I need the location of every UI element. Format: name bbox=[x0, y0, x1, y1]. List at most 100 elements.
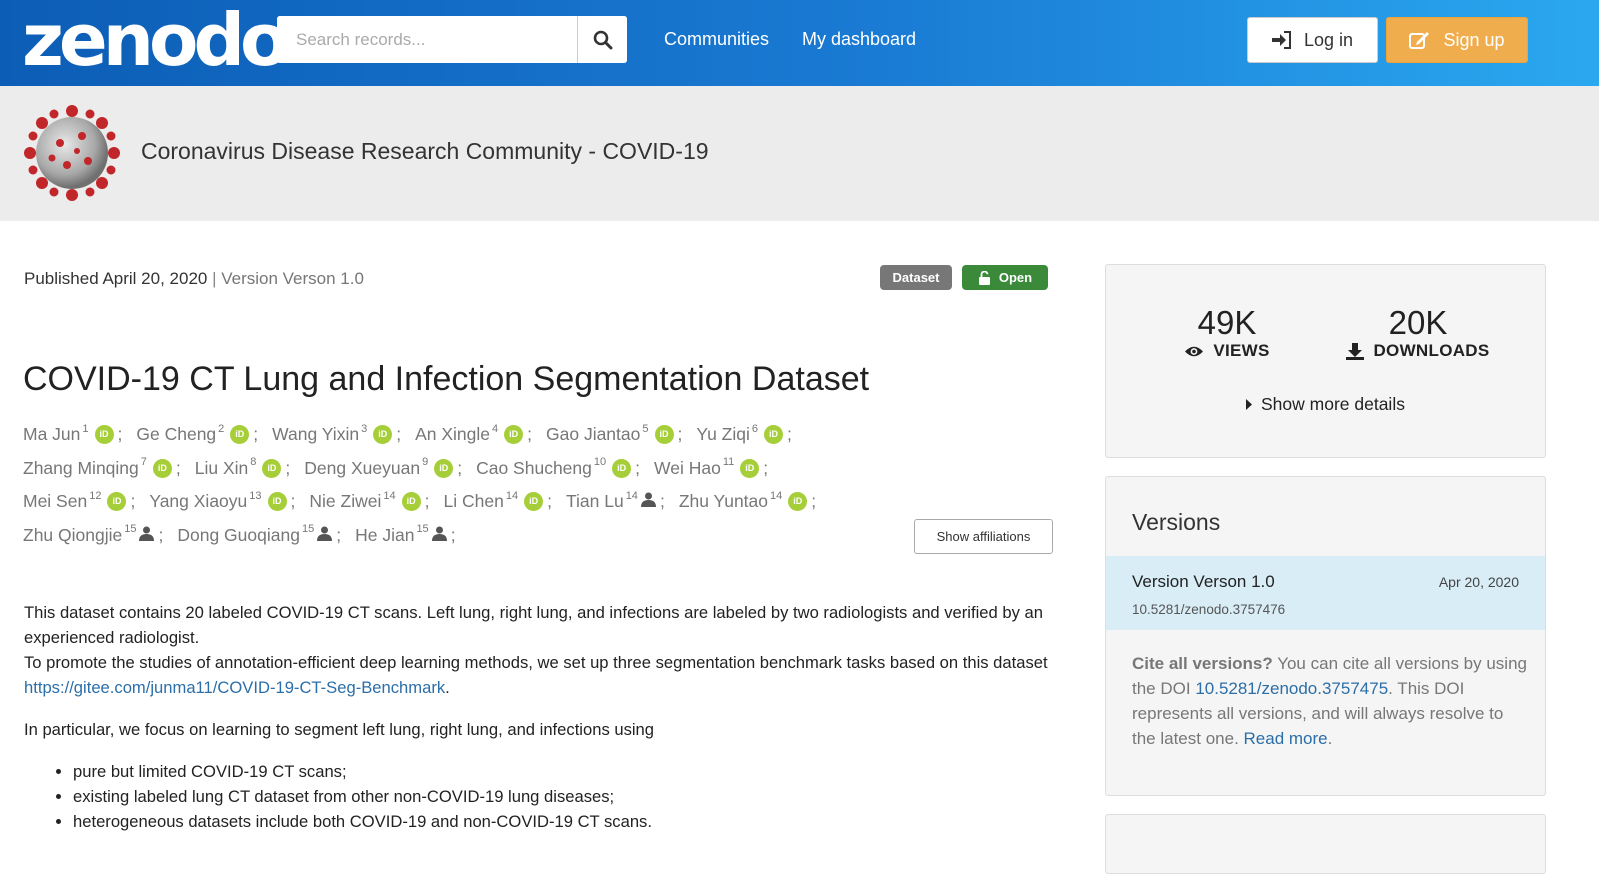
affiliation-number: 14 bbox=[383, 489, 396, 502]
orcid-icon[interactable]: iD bbox=[788, 492, 808, 512]
author-name[interactable]: Nie Ziwei bbox=[309, 491, 381, 512]
orcid-icon[interactable]: iD bbox=[262, 458, 282, 478]
orcid-icon[interactable]: iD bbox=[94, 425, 114, 445]
orcid-icon[interactable]: iD bbox=[764, 425, 783, 445]
version-row-current[interactable]: Version Verson 1.0 Apr 20, 2020 10.5281/… bbox=[1106, 556, 1545, 630]
author-row: Ma Jun 1 iD; Ge Cheng 2 iD; Wang Yixin 3 iD; An X… bbox=[23, 418, 1083, 452]
orcid-icon[interactable]: iD bbox=[267, 492, 287, 512]
author-item[interactable]: Deng Xueyuan 9 iD bbox=[304, 456, 454, 479]
author-item[interactable]: Dong Guoqiang 15 bbox=[177, 523, 333, 546]
author-separator: ; bbox=[659, 491, 665, 512]
author-separator: ; bbox=[336, 524, 342, 545]
orcid-icon[interactable]: iD bbox=[654, 425, 674, 445]
published-date: April 20, 2020 bbox=[102, 269, 208, 288]
search-button[interactable] bbox=[577, 16, 627, 63]
author-separator: ; bbox=[787, 424, 792, 445]
orcid-icon[interactable]: iD bbox=[373, 425, 393, 445]
orcid-icon[interactable]: iD bbox=[740, 458, 760, 478]
orcid-icon[interactable]: iD bbox=[230, 425, 250, 445]
author-name[interactable]: Mei Sen bbox=[23, 491, 87, 512]
author-name[interactable]: Yu Ziqi bbox=[696, 424, 750, 445]
read-more-link[interactable]: Read more bbox=[1244, 729, 1328, 748]
affiliation-number: 1 bbox=[82, 422, 89, 435]
affiliation-number: 15 bbox=[416, 523, 429, 536]
author-name[interactable]: Yang Xiaoyu bbox=[149, 491, 247, 512]
record-title: COVID-19 CT Lung and Infection Segmentat… bbox=[23, 360, 870, 398]
author-item[interactable]: Liu Xin 8 iD bbox=[195, 456, 282, 479]
author-separator: ; bbox=[763, 457, 769, 478]
author-separator: ; bbox=[130, 491, 136, 512]
nav-communities[interactable]: Communities bbox=[664, 29, 769, 50]
benchmark-link[interactable]: https://gitee.com/junma11/COVID-19-CT-Se… bbox=[24, 678, 445, 697]
author-item[interactable]: Zhang Minqing 7 iD bbox=[23, 456, 172, 479]
affiliation-number: 13 bbox=[249, 489, 262, 502]
author-separator: ; bbox=[290, 491, 296, 512]
author-separator: ; bbox=[677, 424, 683, 445]
orcid-icon[interactable]: iD bbox=[504, 425, 524, 445]
author-separator: ; bbox=[396, 424, 402, 445]
author-item[interactable]: Tian Lu 14 bbox=[566, 490, 656, 512]
description-paragraph-1: This dataset contains 20 labeled COVID-1… bbox=[24, 600, 1064, 700]
author-item[interactable]: Mei Sen 12 iD bbox=[23, 490, 127, 512]
affiliation-number: 10 bbox=[593, 456, 607, 469]
orcid-icon[interactable]: iD bbox=[434, 458, 454, 478]
author-item[interactable]: Zhu Yuntao 14 iD bbox=[679, 489, 808, 512]
show-more-details-toggle[interactable]: Show more details bbox=[1246, 394, 1405, 415]
affiliation-number: 9 bbox=[422, 456, 429, 469]
concept-doi-link[interactable]: 10.5281/zenodo.3757475 bbox=[1195, 679, 1388, 698]
affiliation-number: 11 bbox=[722, 456, 735, 469]
orcid-icon[interactable]: iD bbox=[612, 458, 632, 478]
author-item[interactable]: Gao Jiantao 5 iD bbox=[546, 422, 674, 445]
author-item[interactable]: Nie Ziwei 14 iD bbox=[309, 489, 421, 512]
author-name[interactable]: Dong Guoqiang bbox=[177, 525, 300, 546]
author-name[interactable]: Ma Jun bbox=[23, 424, 80, 445]
author-name[interactable]: Ge Cheng bbox=[136, 424, 216, 445]
affiliation-number: 5 bbox=[642, 422, 649, 435]
author-name[interactable]: Deng Xueyuan bbox=[304, 458, 420, 479]
author-name[interactable]: Li Chen bbox=[444, 491, 504, 512]
affiliation-number: 15 bbox=[124, 523, 137, 536]
orcid-icon[interactable]: iD bbox=[152, 458, 172, 478]
signup-button[interactable]: Sign up bbox=[1386, 17, 1528, 63]
author-item[interactable]: Wang Yixin 3 iD bbox=[272, 423, 393, 445]
author-name[interactable]: Cao Shucheng bbox=[476, 458, 592, 479]
zenodo-logo[interactable]: zenodo bbox=[22, 4, 289, 76]
author-item[interactable]: Ma Jun 1 iD bbox=[23, 422, 114, 445]
author-item[interactable]: He Jian 15 bbox=[355, 523, 447, 546]
show-affiliations-button[interactable]: Show affiliations bbox=[914, 519, 1053, 554]
author-item[interactable]: Yang Xiaoyu 13 iD bbox=[149, 489, 287, 512]
affiliation-number: 14 bbox=[770, 489, 783, 502]
user-icon bbox=[431, 525, 447, 546]
author-item[interactable]: Yu Ziqi 6 iD bbox=[696, 423, 783, 445]
author-name[interactable]: Zhang Minqing bbox=[23, 458, 139, 479]
orcid-icon[interactable]: iD bbox=[524, 492, 544, 512]
login-button[interactable]: Log in bbox=[1247, 17, 1378, 63]
community-title[interactable]: Coronavirus Disease Research Community -… bbox=[141, 138, 709, 165]
author-name[interactable]: Wang Yixin bbox=[272, 424, 359, 445]
search-input[interactable] bbox=[277, 16, 577, 63]
author-item[interactable]: Li Chen 14 iD bbox=[444, 490, 544, 512]
search-box bbox=[277, 16, 627, 63]
author-item[interactable]: Wei Hao 11 iD bbox=[654, 456, 760, 479]
cite-end: . bbox=[1327, 729, 1333, 748]
author-name[interactable]: An Xingle bbox=[415, 424, 490, 445]
author-item[interactable]: Cao Shucheng 10 iD bbox=[476, 456, 632, 479]
author-name[interactable]: Tian Lu bbox=[566, 491, 624, 512]
description-period: . bbox=[445, 678, 450, 697]
orcid-icon[interactable]: iD bbox=[107, 492, 127, 512]
author-name[interactable]: Liu Xin bbox=[195, 458, 249, 479]
author-item[interactable]: Zhu Qiongjie 15 bbox=[23, 523, 155, 546]
author-name[interactable]: Wei Hao bbox=[654, 458, 721, 479]
next-panel bbox=[1105, 814, 1546, 874]
author-item[interactable]: An Xingle 4 iD bbox=[415, 423, 524, 445]
author-separator: ; bbox=[457, 457, 463, 478]
author-name[interactable]: Zhu Yuntao bbox=[679, 491, 768, 512]
author-item[interactable]: Ge Cheng 2 iD bbox=[136, 423, 250, 445]
author-name[interactable]: Gao Jiantao bbox=[546, 424, 640, 445]
author-name[interactable]: Zhu Qiongjie bbox=[23, 525, 122, 546]
coronavirus-logo[interactable] bbox=[22, 103, 122, 203]
version-name[interactable]: Version Verson 1.0 bbox=[1132, 572, 1275, 592]
nav-my-dashboard[interactable]: My dashboard bbox=[802, 29, 916, 50]
orcid-icon[interactable]: iD bbox=[401, 492, 421, 512]
author-name[interactable]: He Jian bbox=[355, 525, 414, 546]
